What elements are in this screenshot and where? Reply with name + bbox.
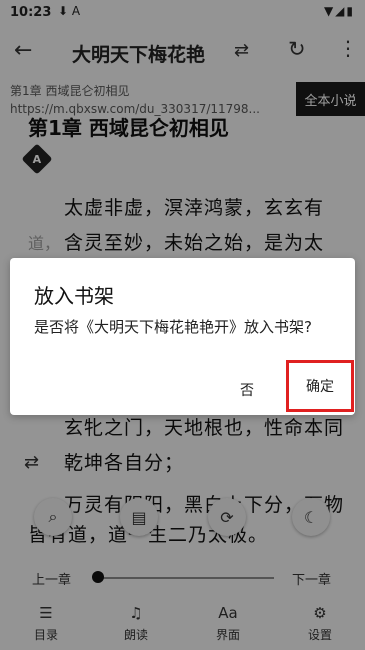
add-to-shelf-dialog: 放入书架 是否将《大明天下梅花艳艳开》放入书架? 否 确定	[10, 258, 355, 415]
cancel-button[interactable]: 否	[240, 380, 254, 400]
confirm-button[interactable]: 确定	[306, 376, 334, 396]
dialog-title: 放入书架	[34, 284, 114, 308]
confirm-button-highlight[interactable]: 确定	[286, 360, 354, 412]
dialog-message: 是否将《大明天下梅花艳艳开》放入书架?	[34, 318, 312, 336]
